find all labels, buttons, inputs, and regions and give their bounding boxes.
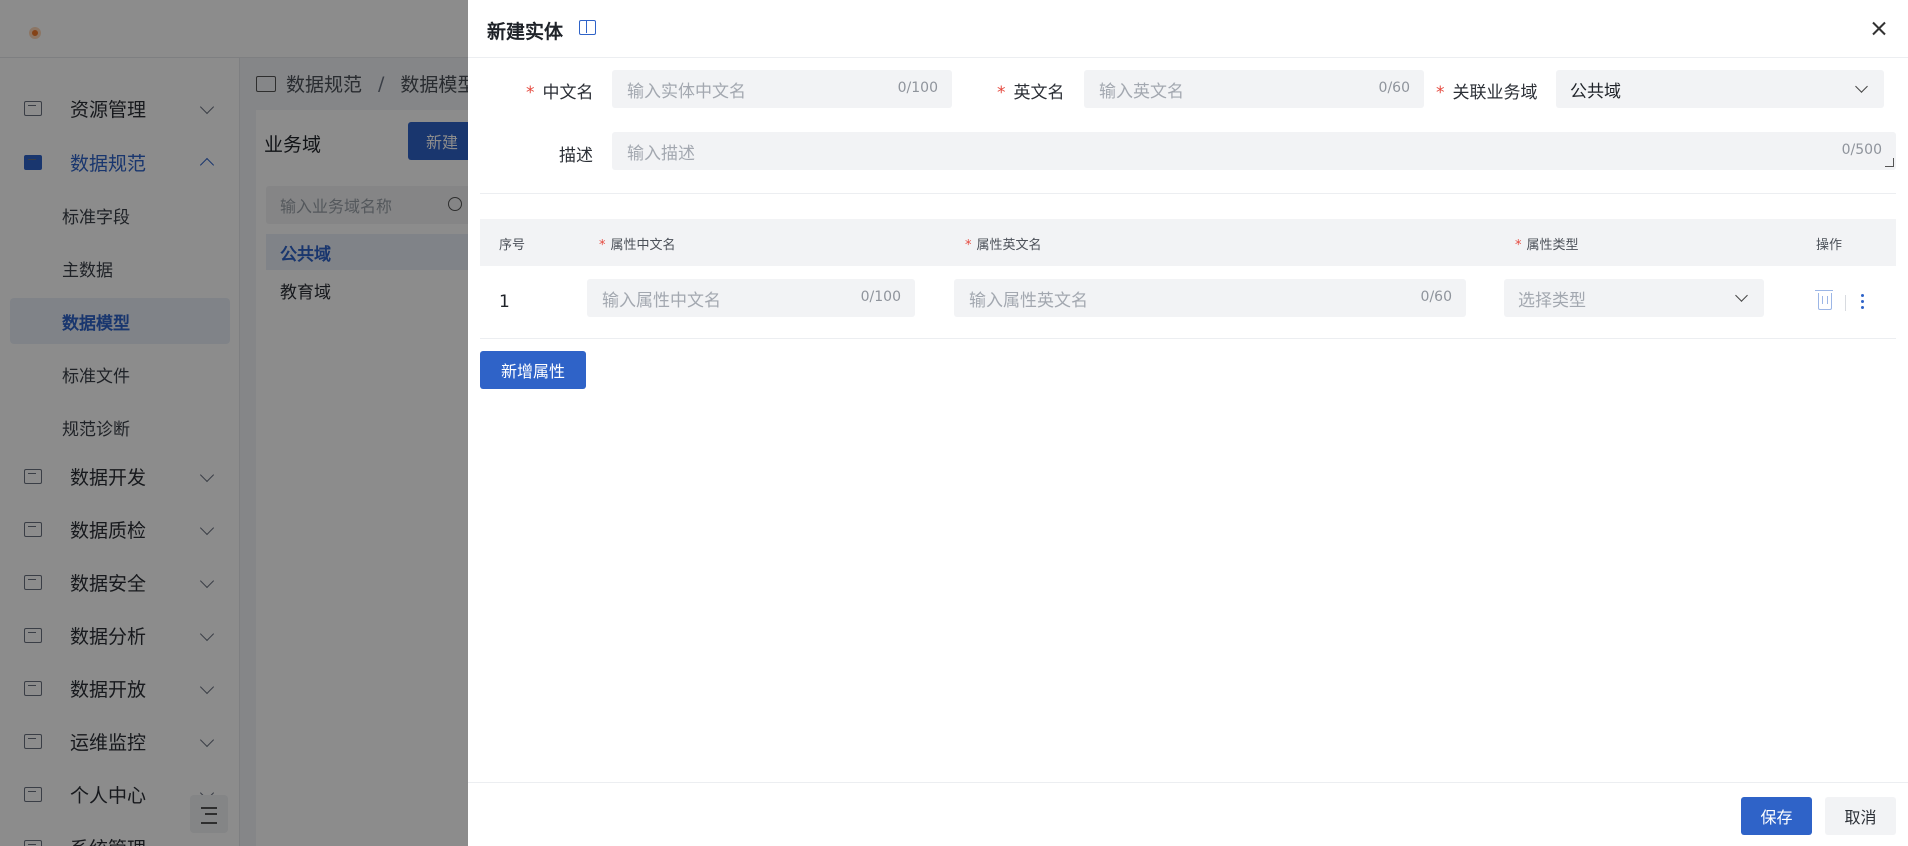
char-counter: 0/500 bbox=[1841, 142, 1882, 158]
drawer-title: 新建实体 bbox=[487, 21, 564, 43]
drawer-footer: 保存 取消 bbox=[468, 782, 1908, 846]
save-button[interactable]: 保存 bbox=[1741, 797, 1812, 835]
domain-label: * 关联业务域 bbox=[1436, 83, 1538, 103]
header-actions: 操作 bbox=[1816, 238, 1843, 253]
close-icon[interactable] bbox=[1868, 18, 1890, 40]
chevron-down-icon bbox=[1855, 80, 1868, 93]
resize-handle-icon[interactable] bbox=[1885, 158, 1894, 167]
book-icon[interactable] bbox=[579, 20, 596, 35]
header-attr-en: * 属性英文名 bbox=[965, 238, 1042, 253]
entity-en-name-placeholder: 输入英文名 bbox=[1099, 81, 1184, 102]
description-label: 描述 bbox=[559, 146, 593, 166]
header-attr-type: * 属性类型 bbox=[1515, 238, 1579, 253]
domain-select-value: 公共域 bbox=[1570, 81, 1621, 102]
row-index: 1 bbox=[499, 292, 510, 312]
table-row: 1 输入属性中文名 0/100 输入属性英文名 0/60 选择类型 bbox=[480, 266, 1896, 339]
attr-en-name-input[interactable]: 输入属性英文名 0/60 bbox=[954, 279, 1466, 317]
attr-type-placeholder: 选择类型 bbox=[1518, 290, 1586, 311]
chevron-down-icon bbox=[1735, 289, 1748, 302]
description-placeholder: 输入描述 bbox=[627, 143, 695, 164]
cancel-button[interactable]: 取消 bbox=[1825, 797, 1896, 835]
attr-type-select[interactable]: 选择类型 bbox=[1504, 279, 1764, 317]
header-attr-cn: * 属性中文名 bbox=[599, 238, 676, 253]
entity-cn-name-placeholder: 输入实体中文名 bbox=[627, 81, 746, 102]
attr-cn-name-input[interactable]: 输入属性中文名 0/100 bbox=[587, 279, 915, 317]
form-divider bbox=[480, 193, 1896, 194]
new-entity-drawer: 新建实体 * 中文名 输入实体中文名 0/100 * 英文名 输入英文名 0/60 … bbox=[468, 0, 1908, 846]
char-counter: 0/60 bbox=[1420, 289, 1452, 305]
attr-cn-name-placeholder: 输入属性中文名 bbox=[602, 290, 721, 311]
more-vertical-icon[interactable] bbox=[1861, 294, 1865, 312]
char-counter: 0/60 bbox=[1378, 80, 1410, 96]
description-textarea[interactable]: 输入描述 0/500 bbox=[612, 132, 1896, 170]
domain-select[interactable]: 公共域 bbox=[1556, 70, 1884, 108]
drawer-header: 新建实体 bbox=[468, 0, 1908, 58]
en-name-label: * 英文名 bbox=[997, 83, 1065, 103]
attribute-table-header: 序号 * 属性中文名 * 属性英文名 * 属性类型 操作 bbox=[480, 219, 1896, 266]
entity-en-name-input[interactable]: 输入英文名 0/60 bbox=[1084, 70, 1424, 108]
char-counter: 0/100 bbox=[897, 80, 938, 96]
entity-cn-name-input[interactable]: 输入实体中文名 0/100 bbox=[612, 70, 952, 108]
cn-name-label: * 中文名 bbox=[526, 83, 594, 103]
add-attribute-button[interactable]: 新增属性 bbox=[480, 351, 586, 389]
header-index: 序号 bbox=[499, 238, 526, 253]
char-counter: 0/100 bbox=[860, 289, 901, 305]
trash-icon[interactable] bbox=[1815, 290, 1833, 310]
action-separator bbox=[1845, 295, 1846, 311]
attr-en-name-placeholder: 输入属性英文名 bbox=[969, 290, 1088, 311]
